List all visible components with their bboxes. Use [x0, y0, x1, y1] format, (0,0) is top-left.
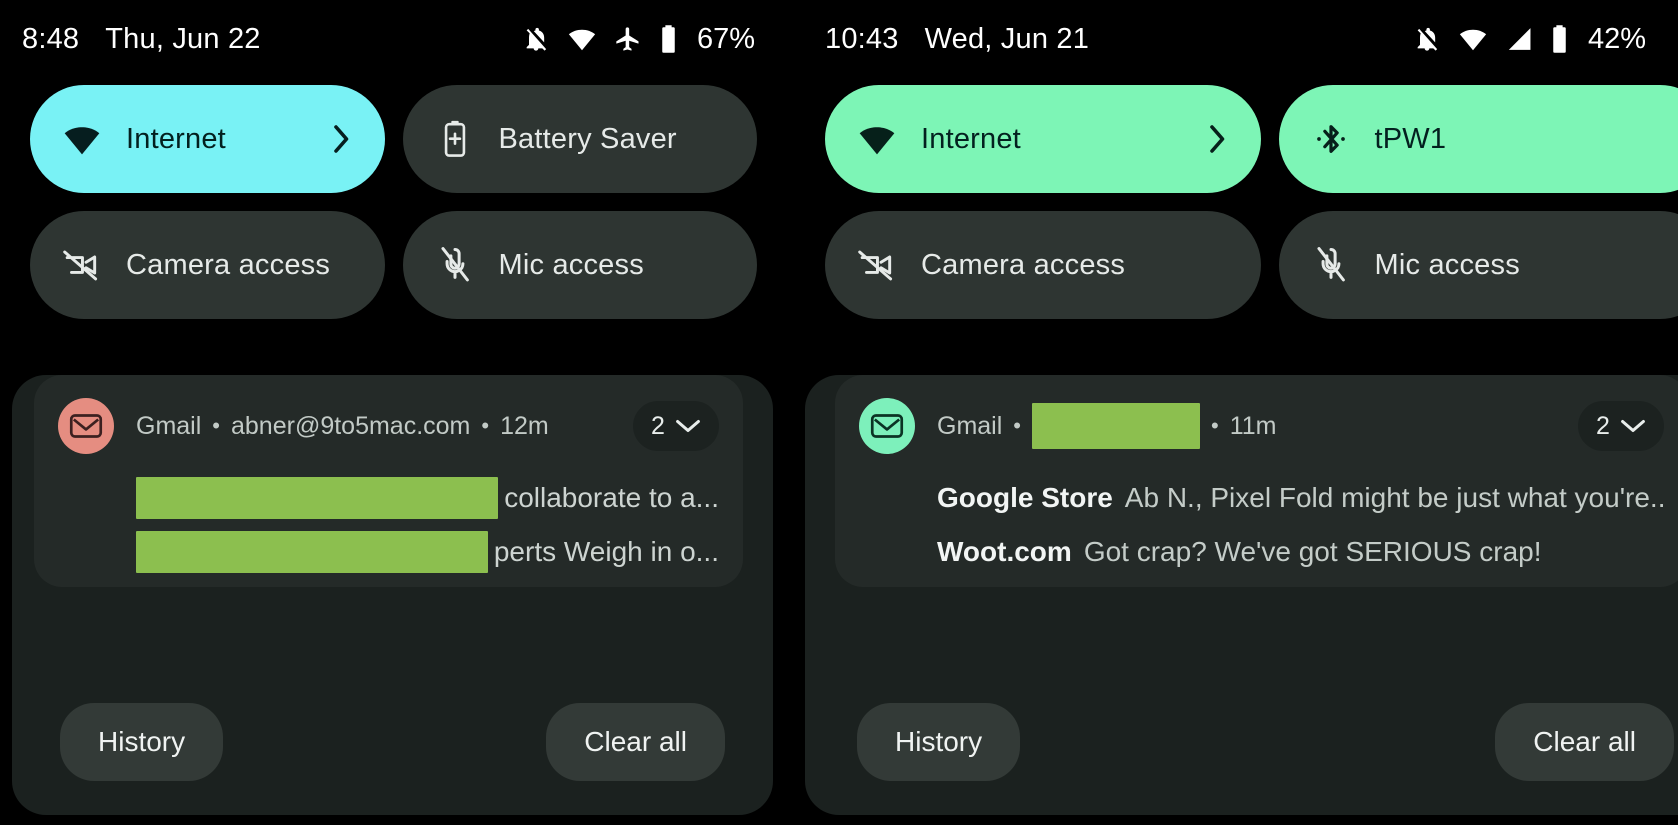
notification-count: 2: [651, 411, 665, 440]
mic-off-icon: [433, 246, 477, 284]
chevron-down-icon: [1620, 418, 1646, 434]
battery-percent: 42%: [1587, 22, 1646, 55]
notification-expand-button[interactable]: 2: [1578, 401, 1664, 451]
notification-group-gmail[interactable]: Gmail • abner@9to5mac.com • 12m 2 collab…: [34, 375, 743, 587]
shade-actions-left: History Clear all: [12, 703, 773, 781]
tile-label: Battery Saver: [498, 122, 677, 155]
status-time: 10:43: [825, 22, 899, 55]
wifi-icon: [1458, 26, 1488, 52]
tile-internet[interactable]: Internet: [825, 85, 1261, 193]
tile-label: tPW1: [1374, 122, 1447, 155]
notification-line-text: Ab N., Pixel Fold might be just what you…: [1124, 482, 1664, 513]
wifi-icon: [567, 26, 597, 52]
quick-settings-tiles-left: Internet Battery Saver Camera access Mic…: [0, 78, 785, 319]
notification-account: abner@9to5mac.com: [231, 411, 471, 440]
notification-line[interactable]: Google Store Ab N., Pixel Fold might be …: [937, 475, 1664, 521]
separator-dot: •: [1211, 413, 1219, 438]
tile-mic-access[interactable]: Mic access: [402, 211, 757, 319]
notification-line[interactable]: Woot.com Got crap? We've got SERIOUS cra…: [937, 529, 1664, 575]
notification-expand-button[interactable]: 2: [633, 401, 719, 451]
status-bar-right: 10:43 Wed, Jun 21 42%: [793, 0, 1678, 78]
tile-label: Mic access: [498, 248, 644, 281]
notification-count: 2: [1596, 411, 1610, 440]
shade-actions-right: History Clear all: [805, 703, 1678, 781]
notification-shade-left: Gmail • abner@9to5mac.com • 12m 2 collab…: [12, 375, 773, 815]
notification-header: Gmail • • 11m 2: [859, 397, 1664, 455]
tile-mic-access[interactable]: Mic access: [1278, 211, 1678, 319]
history-button[interactable]: History: [857, 703, 1021, 781]
cellular-signal-icon: [1505, 26, 1533, 52]
camera-off-icon: [60, 248, 104, 282]
notification-shade-right: Gmail • • 11m 2 Google Store Ab N., Pixe…: [805, 375, 1678, 815]
avatar: [859, 398, 915, 454]
notification-sender: Google Store: [937, 482, 1113, 513]
status-bar-right-group: 67%: [522, 23, 755, 56]
tile-label: Camera access: [126, 248, 331, 281]
notifications-off-icon: [1413, 25, 1441, 53]
notification-meta: Gmail • • 11m: [937, 403, 1276, 449]
wifi-icon: [60, 123, 104, 156]
camera-off-icon: [855, 248, 899, 282]
notification-sender: Woot.com: [937, 536, 1072, 567]
notification-line-text: Got crap? We've got SERIOUS crap!: [1083, 536, 1542, 567]
panel-left-quick-settings: 8:48 Thu, Jun 22 67% Internet Battery Sa…: [0, 0, 785, 825]
status-time: 8:48: [22, 22, 80, 55]
dual-screenshot-comparison: 8:48 Thu, Jun 22 67% Internet Battery Sa…: [0, 0, 1678, 825]
clear-all-button[interactable]: Clear all: [546, 703, 725, 781]
chevron-down-icon: [675, 418, 701, 434]
notification-time: 11m: [1229, 411, 1277, 440]
tile-bluetooth-device[interactable]: tPW1: [1278, 85, 1678, 193]
notification-header: Gmail • abner@9to5mac.com • 12m 2: [58, 397, 719, 455]
battery-saver-icon: [433, 119, 477, 159]
tile-internet[interactable]: Internet: [30, 85, 385, 193]
notification-meta: Gmail • abner@9to5mac.com • 12m: [136, 412, 549, 441]
status-bar-right-group: 42%: [1413, 23, 1646, 56]
tile-label: Internet: [126, 122, 226, 155]
redaction-bar: [136, 531, 488, 573]
status-date: Wed, Jun 21: [924, 22, 1090, 55]
redaction-bar: [1032, 403, 1200, 449]
airplane-mode-icon: [614, 25, 642, 53]
notification-app-name: Gmail: [136, 411, 202, 440]
status-bar-left-group: 8:48 Thu, Jun 22: [22, 23, 261, 56]
notification-lines: Google Store Ab N., Pixel Fold might be …: [859, 475, 1664, 575]
battery-icon: [659, 24, 678, 54]
redaction-bar: [136, 477, 499, 519]
separator-dot: •: [212, 413, 220, 438]
notification-line-text: collaborate to a...: [504, 482, 719, 513]
chevron-right-icon[interactable]: [1205, 124, 1231, 154]
notification-line-text: perts Weigh in o...: [493, 536, 719, 567]
panel-divider: [785, 0, 793, 825]
separator-dot: •: [1013, 413, 1021, 438]
notification-lines: collaborate to a... perts Weigh in o...: [58, 475, 719, 575]
tile-camera-access[interactable]: Camera access: [30, 211, 385, 319]
avatar: [58, 398, 114, 454]
chevron-right-icon[interactable]: [329, 124, 355, 154]
history-button[interactable]: History: [60, 703, 224, 781]
tile-camera-access[interactable]: Camera access: [825, 211, 1261, 319]
tile-label: Camera access: [921, 248, 1126, 281]
mic-off-icon: [1309, 246, 1353, 284]
notification-time: 12m: [500, 411, 549, 440]
notification-group-gmail[interactable]: Gmail • • 11m 2 Google Store Ab N., Pixe…: [835, 375, 1678, 587]
separator-dot: •: [481, 413, 490, 438]
bluetooth-icon: [1309, 119, 1353, 159]
status-bar-left-group: 10:43 Wed, Jun 21: [825, 23, 1089, 56]
wifi-icon: [855, 123, 899, 156]
quick-settings-tiles-right: Internet tPW1 Camera access Mic access: [793, 78, 1678, 319]
battery-percent: 67%: [696, 22, 755, 55]
tile-label: Mic access: [1374, 248, 1520, 281]
notification-line[interactable]: collaborate to a...: [136, 475, 719, 521]
notifications-off-icon: [522, 25, 550, 53]
panel-right-quick-settings: 10:43 Wed, Jun 21 42% Internet tPW1 Came…: [793, 0, 1678, 825]
status-date: Thu, Jun 22: [105, 22, 261, 55]
status-bar-left: 8:48 Thu, Jun 22 67%: [0, 0, 785, 78]
tile-battery-saver[interactable]: Battery Saver: [402, 85, 757, 193]
notification-app-name: Gmail: [937, 411, 1003, 440]
clear-all-button[interactable]: Clear all: [1495, 703, 1674, 781]
tile-label: Internet: [921, 122, 1021, 155]
notification-line[interactable]: perts Weigh in o...: [136, 529, 719, 575]
battery-icon: [1550, 24, 1569, 54]
